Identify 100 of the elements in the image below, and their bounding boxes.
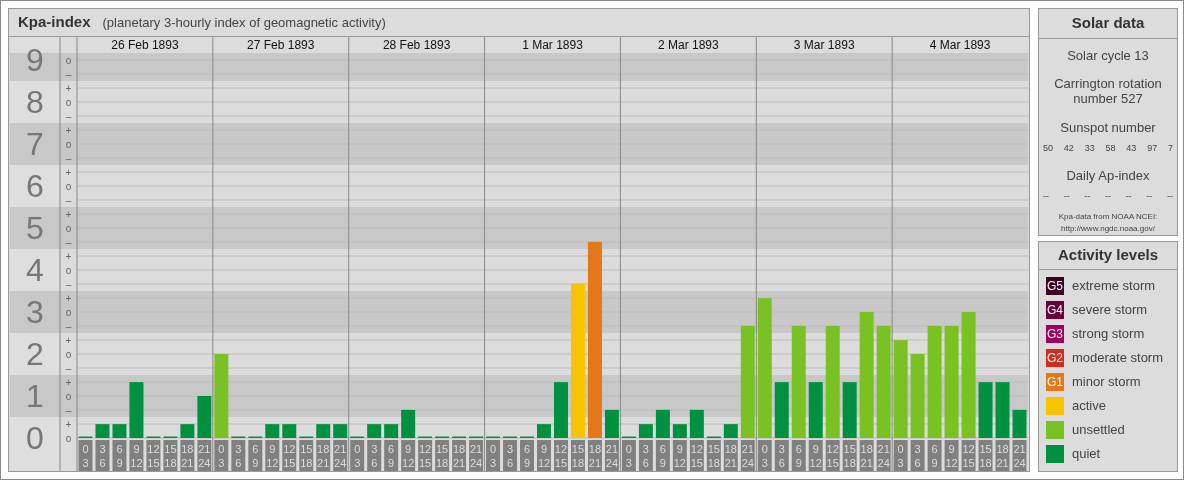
hour-label: 6 9 — [112, 440, 127, 471]
date-label: 4 Mar 1893 — [929, 38, 991, 52]
hour-label: 15 18 — [435, 440, 450, 471]
bar — [265, 424, 280, 438]
x-tick-label: 0 3 — [82, 443, 89, 469]
hour-label: 12 15 — [825, 440, 840, 471]
y-axis-label: 8 — [26, 84, 44, 120]
bar — [842, 382, 857, 438]
date-label: 27 Feb 1893 — [247, 38, 315, 52]
level-label: strong storm — [1072, 325, 1145, 344]
minor-tick-label: o — [65, 180, 72, 192]
bar — [180, 424, 195, 438]
bar — [367, 424, 382, 438]
date-label: 26 Feb 1893 — [111, 38, 179, 52]
date-label: 1 Mar 1893 — [522, 38, 583, 52]
x-tick-label: 0 3 — [490, 443, 497, 469]
hour-label: 3 6 — [910, 440, 925, 471]
bar — [197, 396, 212, 438]
hour-label: 15 18 — [842, 440, 857, 471]
ap-index-value: -- — [1084, 189, 1091, 203]
bar — [774, 382, 789, 438]
panel-title: Activity levels — [1039, 242, 1177, 270]
hour-label: 9 12 — [265, 440, 280, 471]
minor-tick-label: o — [65, 432, 72, 444]
hour-label: 12 15 — [689, 440, 704, 471]
hour-label: 12 15 — [146, 440, 161, 471]
ap-index-value: -- — [1166, 189, 1173, 203]
hour-label: 6 9 — [655, 440, 670, 471]
sunspot-number: 97 — [1147, 141, 1158, 155]
minor-tick-label: – — [65, 194, 72, 206]
level-swatch: G3 — [1046, 325, 1064, 343]
hour-label: 0 3 — [214, 440, 229, 471]
hour-label: 3 6 — [367, 440, 382, 471]
y-axis-label: 2 — [26, 336, 44, 372]
x-tick-label: 6 9 — [795, 443, 802, 469]
sunspot-number: 42 — [1063, 141, 1074, 155]
minor-tick-label: o — [65, 138, 72, 150]
hour-label: 3 6 — [503, 440, 518, 471]
ap-index-value: -- — [1043, 189, 1049, 203]
bar — [554, 382, 568, 438]
level-label: active — [1072, 397, 1106, 416]
sunspot-number: 58 — [1105, 141, 1116, 155]
date-label: 28 Feb 1893 — [382, 38, 451, 52]
hour-label: 12 15 — [961, 440, 976, 471]
bar — [129, 382, 144, 438]
x-tick-label: 3 6 — [371, 443, 378, 469]
minor-tick-label: – — [65, 404, 72, 416]
hour-label: 0 3 — [893, 440, 908, 471]
carrington-text: Carrington rotation number 527 — [1053, 76, 1163, 106]
minor-tick-label: o — [65, 54, 72, 66]
minor-tick-label: o — [65, 264, 72, 276]
hour-label: 21 24 — [197, 440, 212, 471]
hour-label: 9 12 — [944, 440, 959, 471]
x-tick-label: 6 9 — [116, 443, 123, 469]
bar — [978, 382, 993, 438]
hour-label: 18 21 — [316, 440, 331, 471]
hour-label: 15 18 — [163, 440, 178, 471]
hour-label: 0 3 — [621, 440, 636, 471]
level-label: quiet — [1072, 445, 1101, 464]
hour-label: 18 21 — [995, 440, 1010, 471]
minor-tick-label: o — [65, 348, 72, 360]
hour-label: 21 24 — [1012, 440, 1027, 471]
source-link[interactable]: http://www.ngdc.noaa.gov/ — [1061, 223, 1155, 235]
y-axis-label: 0 — [26, 420, 44, 456]
minor-tick-label: + — [65, 208, 72, 220]
hour-label: 0 3 — [78, 440, 93, 471]
x-tick-label: 3 6 — [778, 443, 785, 469]
minor-tick-label: + — [65, 82, 72, 94]
hour-label: 9 12 — [129, 440, 144, 471]
hour-label: 15 18 — [706, 440, 721, 471]
ap-index-title: Daily Ap-index — [1066, 167, 1150, 185]
hour-label: 0 3 — [486, 440, 501, 471]
x-tick-label: 0 3 — [354, 443, 361, 469]
hour-label: 6 9 — [384, 440, 399, 471]
ap-index-value: -- — [1104, 189, 1111, 203]
hour-label: 0 3 — [757, 440, 772, 471]
hour-label: 12 15 — [554, 440, 568, 471]
minor-tick-label: o — [65, 390, 72, 402]
hour-label: 6 9 — [927, 440, 942, 471]
source-text: Kpa-data from NOAA NCEI: — [1058, 211, 1158, 223]
bar — [995, 382, 1010, 438]
level-label: unsettled — [1072, 421, 1125, 440]
minor-tick-label: – — [65, 152, 72, 164]
bar — [384, 424, 399, 438]
panel-title: Solar data — [1039, 9, 1177, 39]
hour-label: 3 6 — [95, 440, 110, 471]
minor-tick-label: – — [65, 320, 72, 332]
x-tick-label: 6 9 — [388, 443, 395, 469]
minor-tick-label: + — [65, 334, 72, 346]
x-tick-label: 3 6 — [235, 443, 242, 469]
minor-tick-label: + — [65, 250, 72, 262]
date-label: 3 Mar 1893 — [793, 38, 855, 52]
sunspot-number: 7 — [1167, 141, 1173, 155]
sunspot-title: Sunspot number — [1060, 119, 1156, 137]
minor-tick-label: – — [65, 236, 72, 248]
bar — [638, 424, 653, 438]
minor-tick-label: – — [65, 68, 72, 80]
minor-tick-label: o — [65, 222, 72, 234]
level-label: extreme storm — [1072, 277, 1156, 296]
y-axis-label: 9 — [26, 42, 44, 78]
